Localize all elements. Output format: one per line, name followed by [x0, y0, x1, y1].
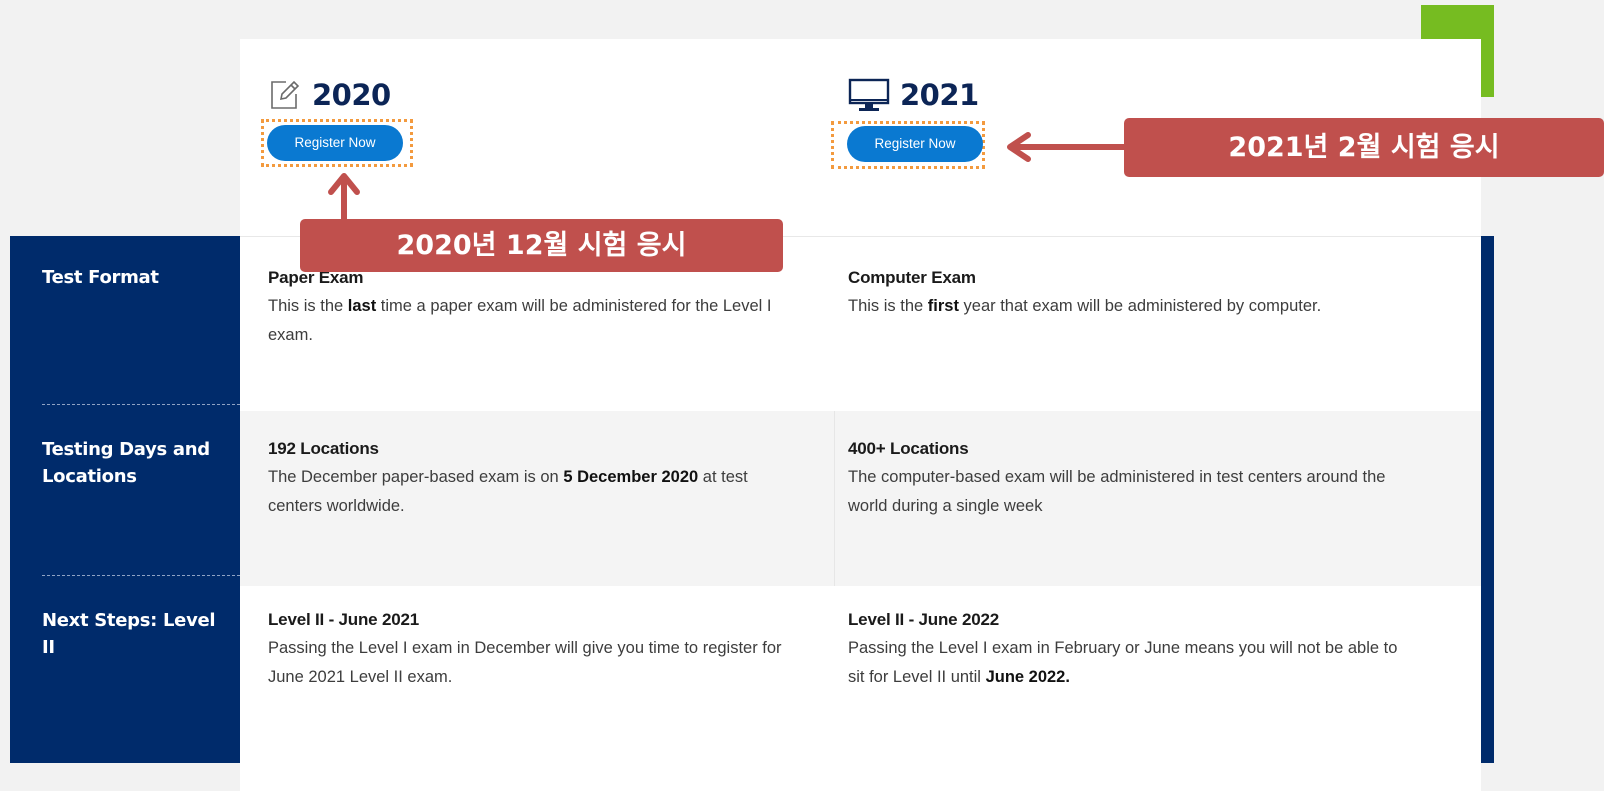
callout-2020: 2020년 12월 시험 응시 — [300, 219, 783, 272]
up-arrow-icon — [328, 173, 360, 219]
callout-2021: 2021년 2월 시험 응시 — [1124, 118, 1604, 177]
left-arrow-icon — [1007, 132, 1124, 162]
